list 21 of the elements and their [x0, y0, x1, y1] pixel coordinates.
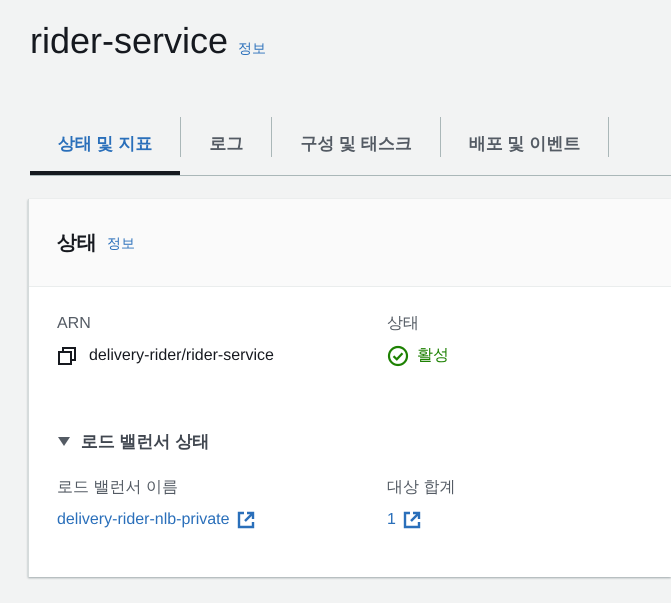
- info-link[interactable]: 정보: [238, 38, 266, 59]
- external-link[interactable]: 1: [387, 508, 422, 530]
- section-toggle[interactable]: 로드 밸런서 상태: [57, 429, 210, 454]
- tab[interactable]: 배포 및 이벤트: [440, 116, 608, 175]
- external-link-icon: [236, 510, 256, 530]
- tab[interactable]: 로그: [181, 116, 272, 175]
- external-link-icon: [402, 510, 422, 530]
- field-label: ARN: [57, 314, 92, 334]
- field-label: 로드 밸런서 이름: [57, 478, 179, 498]
- copy-icon: [57, 346, 77, 366]
- page-title: rider-service: [30, 19, 228, 63]
- tab[interactable]: 구성 및 태스크: [272, 116, 440, 175]
- field-label: 대상 합계: [387, 478, 456, 498]
- tab[interactable]: 상태 및 지표: [30, 116, 180, 175]
- field-label: 상태: [387, 314, 420, 334]
- panel-title: 상태: [57, 230, 97, 256]
- info-link[interactable]: 정보: [107, 233, 135, 254]
- external-link[interactable]: delivery-rider-nlb-private: [57, 508, 256, 530]
- status-value: 활성: [417, 346, 449, 366]
- check-circle-icon: [387, 345, 409, 367]
- arn-value: delivery-rider/rider-service: [89, 346, 274, 366]
